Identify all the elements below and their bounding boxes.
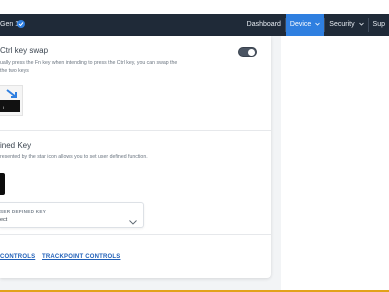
section-divider xyxy=(0,234,271,235)
nav-device-label: Device xyxy=(289,21,312,28)
keyboard-controls-link[interactable]: CONTROLS xyxy=(0,254,35,260)
top-navigation-bar: Gen 1 Dashboard Device Security Sup xyxy=(0,14,389,36)
nav-support-label: Sup xyxy=(372,21,385,28)
arrow-icon xyxy=(6,89,17,98)
star-key-illustration xyxy=(0,173,5,195)
nav-security[interactable]: Security xyxy=(325,14,367,36)
user-defined-key-select[interactable]: SER DEFINED KEY ect xyxy=(0,202,144,228)
user-defined-key-title: ined Key xyxy=(0,141,32,150)
nav-dashboard[interactable]: Dashboard xyxy=(243,14,285,36)
ctrl-key-label: l xyxy=(3,105,4,110)
ctrl-key-cap: l xyxy=(0,100,20,112)
window-top-edge xyxy=(0,0,389,15)
trackpoint-controls-link[interactable]: TRACKPOINT CONTROLS xyxy=(42,254,120,260)
verified-check-icon xyxy=(17,20,25,28)
nav-security-label: Security xyxy=(329,21,355,28)
section-divider xyxy=(0,130,271,131)
chevron-down-icon xyxy=(129,212,137,230)
nav-dashboard-label: Dashboard xyxy=(246,21,281,28)
select-label: SER DEFINED KEY xyxy=(0,209,47,214)
main-nav: Dashboard Device Security Sup xyxy=(243,14,389,36)
chevron-down-icon xyxy=(358,14,364,36)
nav-support[interactable]: Sup xyxy=(369,14,389,36)
user-defined-key-description: resented by the star icon allows you to … xyxy=(0,154,148,160)
ctrl-swap-title: Ctrl key swap xyxy=(0,46,49,55)
chevron-down-icon xyxy=(315,14,321,36)
nav-device[interactable]: Device xyxy=(285,14,325,36)
ctrl-key-illustration: l xyxy=(0,85,23,116)
select-value: ect xyxy=(0,217,8,223)
ctrl-swap-description-line1: ually press the Fn key when intending to… xyxy=(0,60,178,66)
ctrl-swap-toggle[interactable] xyxy=(238,47,257,57)
toggle-knob xyxy=(248,49,255,56)
right-panel xyxy=(281,36,389,292)
ctrl-swap-description-line2: the two keys xyxy=(0,68,29,74)
